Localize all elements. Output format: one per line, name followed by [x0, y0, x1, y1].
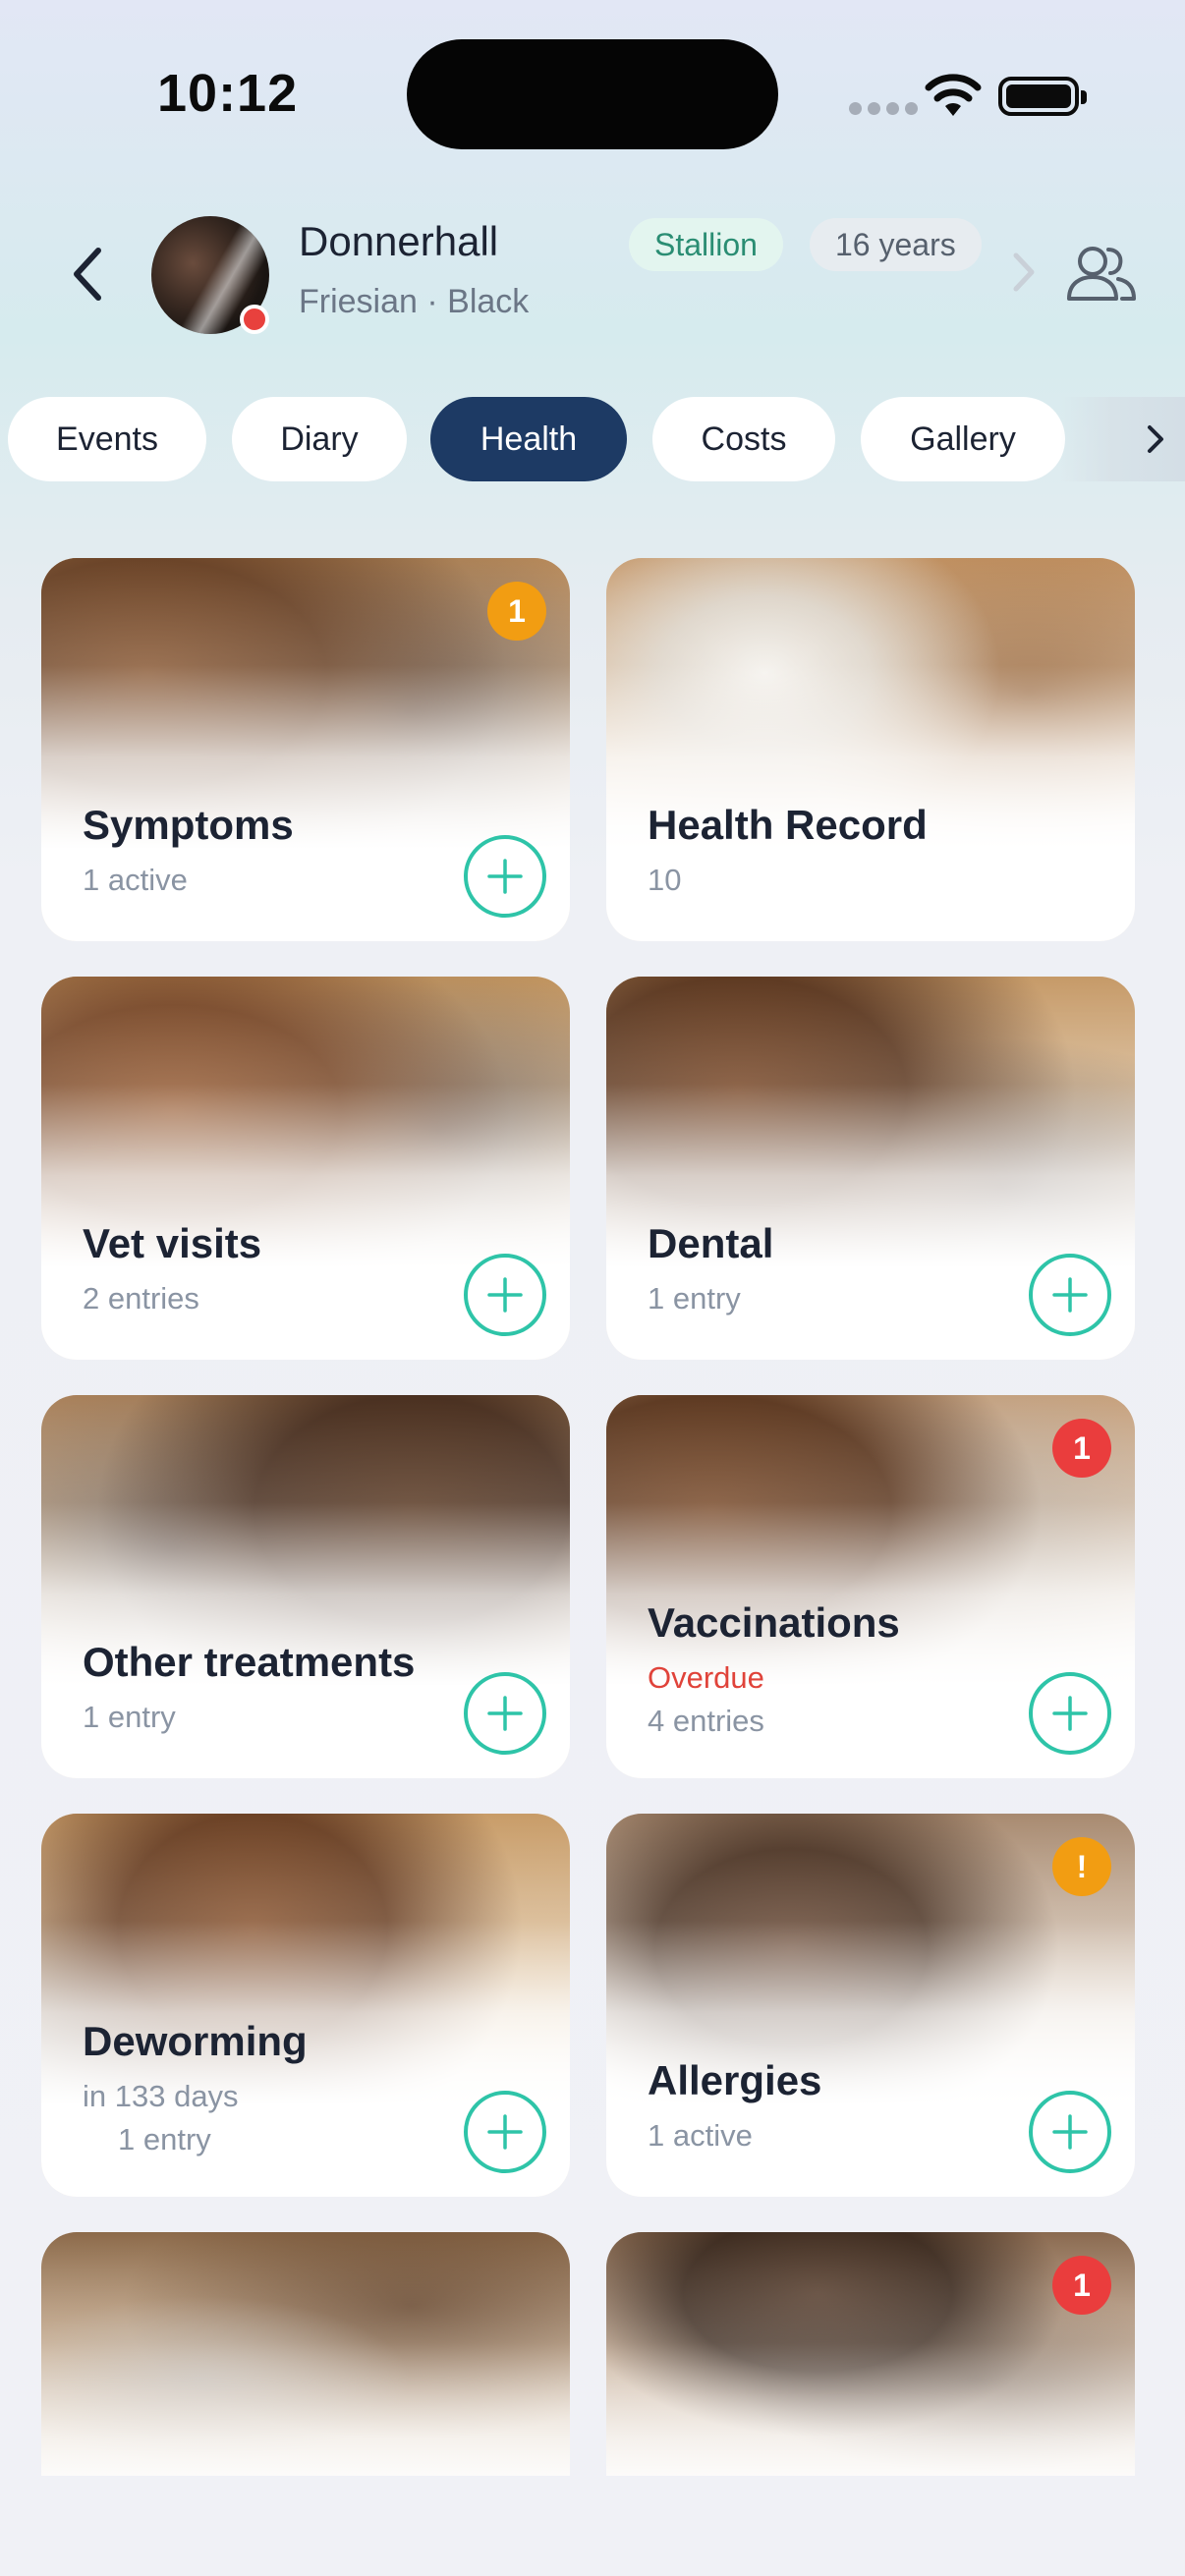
- card-title: Deworming: [83, 2018, 308, 2064]
- age-tag: 16 years: [810, 218, 982, 271]
- add-button[interactable]: [464, 835, 546, 918]
- plus-icon: [487, 1277, 523, 1313]
- plus-icon: [487, 2114, 523, 2150]
- status-time: 10:12: [157, 64, 299, 123]
- plus-icon: [487, 1696, 523, 1731]
- plus-icon: [1052, 1696, 1088, 1731]
- alert-badge: 1: [1052, 2256, 1111, 2315]
- card-meta: 1 active: [648, 2118, 753, 2153]
- card-status-overdue: Overdue: [648, 1660, 764, 1695]
- tab-events[interactable]: Events: [8, 397, 206, 481]
- chevron-right-icon: [1148, 425, 1163, 453]
- card-allergies[interactable]: ! Allergies 1 active: [606, 1814, 1135, 2197]
- tab-diary[interactable]: Diary: [232, 397, 407, 481]
- tabs-scroll-right-button[interactable]: [1061, 397, 1185, 481]
- horse-avatar[interactable]: [151, 216, 269, 334]
- tab-gallery[interactable]: Gallery: [861, 397, 1065, 481]
- card-partial-left[interactable]: [41, 2232, 570, 2478]
- card-vaccinations[interactable]: 1 Vaccinations Overdue 4 entries: [606, 1395, 1135, 1778]
- card-dental[interactable]: Dental 1 entry: [606, 977, 1135, 1360]
- plus-icon: [1052, 2114, 1088, 2150]
- card-meta: 1 active: [83, 863, 188, 897]
- horse-header: Donnerhall Friesian · Black Stallion 16 …: [0, 196, 1185, 354]
- add-button[interactable]: [1029, 1672, 1111, 1755]
- add-button[interactable]: [464, 2091, 546, 2173]
- add-button[interactable]: [464, 1254, 546, 1336]
- card-due-date: in 133 days: [83, 2079, 239, 2113]
- card-health-record[interactable]: Health Record 10: [606, 558, 1135, 941]
- plus-icon: [1052, 1277, 1088, 1313]
- warning-badge: !: [1052, 1837, 1111, 1896]
- add-button[interactable]: [1029, 1254, 1111, 1336]
- status-dot: [240, 305, 269, 334]
- card-deworming[interactable]: Deworming in 133 days 1 entry: [41, 1814, 570, 2197]
- chevron-left-icon: [74, 248, 101, 301]
- gender-tag: Stallion: [629, 218, 783, 271]
- tab-health[interactable]: Health: [430, 397, 627, 481]
- card-title: Health Record: [648, 802, 928, 848]
- card-partial-right[interactable]: 1: [606, 2232, 1135, 2478]
- dynamic-island: [407, 39, 778, 149]
- card-symptoms[interactable]: 1 Symptoms 1 active: [41, 558, 570, 941]
- card-title: Dental: [648, 1220, 774, 1266]
- card-other-treatments[interactable]: Other treatments 1 entry: [41, 1395, 570, 1778]
- card-title: Allergies: [648, 2057, 822, 2103]
- wifi-icon: [925, 74, 982, 116]
- plus-icon: [487, 859, 523, 894]
- card-meta: 4 entries: [648, 1704, 764, 1738]
- add-button[interactable]: [464, 1672, 546, 1755]
- card-meta: 1 entry: [83, 1700, 176, 1734]
- card-meta: 1 entry: [648, 1281, 741, 1316]
- status-bar: 10:12: [0, 0, 1185, 196]
- card-meta: 1 entry: [118, 2122, 211, 2156]
- add-button[interactable]: [1029, 2091, 1111, 2173]
- bottom-area: [0, 2476, 1185, 2576]
- cellular-signal-icon: [849, 102, 918, 115]
- card-title: Symptoms: [83, 802, 294, 848]
- users-icon[interactable]: [1063, 238, 1138, 312]
- card-meta: 10: [648, 863, 682, 897]
- back-button[interactable]: [59, 240, 114, 308]
- alert-badge: 1: [487, 582, 546, 641]
- horse-name: Donnerhall: [299, 218, 499, 264]
- card-title: Vet visits: [83, 1220, 262, 1266]
- alert-badge: 1: [1052, 1419, 1111, 1478]
- card-title: Vaccinations: [648, 1599, 900, 1646]
- battery-icon: [998, 77, 1087, 116]
- card-vet-visits[interactable]: Vet visits 2 entries: [41, 977, 570, 1360]
- card-meta: 2 entries: [83, 1281, 199, 1316]
- horse-breed-color: Friesian · Black: [299, 283, 530, 320]
- tab-costs[interactable]: Costs: [652, 397, 835, 481]
- section-tabs: Events Diary Health Costs Gallery: [0, 397, 1185, 485]
- chevron-right-icon[interactable]: [1004, 248, 1044, 297]
- card-title: Other treatments: [83, 1639, 416, 1685]
